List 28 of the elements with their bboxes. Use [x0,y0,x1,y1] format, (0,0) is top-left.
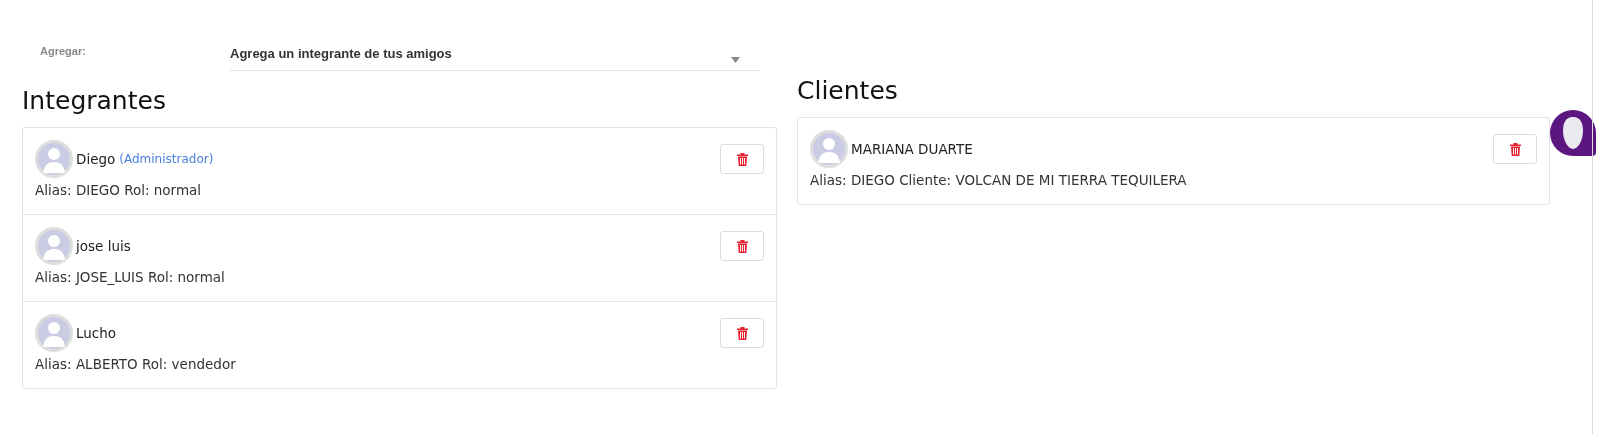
avatar-icon [810,130,848,168]
delete-button[interactable] [720,144,764,174]
avatar-icon [35,140,73,178]
detail-text: Alias: DIEGO Rol: normal [35,182,203,198]
role-tag: (Administrador) [119,152,214,166]
trash-icon [1509,142,1521,156]
member-name: jose luis [76,238,131,254]
section-heading: Clientes [797,75,899,107]
client-name: MARIANA DUARTE [851,141,973,157]
trash-icon [736,239,748,253]
trash-icon [736,326,748,340]
delete-button[interactable] [720,231,764,261]
avatar-icon [35,314,73,352]
caret-icon [731,57,740,63]
avatar-icon [1560,116,1586,150]
trash-icon [736,152,748,166]
detail-text: Alias: ALBERTO Rol: vendedor [35,356,237,372]
section-heading: Integrantes [22,85,167,117]
avatar-icon [35,227,73,265]
member-name: Lucho [76,325,117,341]
delete-button[interactable] [720,318,764,348]
delete-button[interactable] [1493,134,1537,164]
detail-text: Alias: JOSE_LUIS Rol: normal [35,269,226,285]
detail-text: Alias: DIEGO Cliente: VOLCAN DE MI TIERRA TEQUILERA [810,172,1188,188]
chat-button[interactable] [1550,110,1596,156]
field-label: Agregar: [40,45,87,57]
member-name: Diego [76,151,116,167]
member-select[interactable]: Agrega un integrante de tus amigos [230,43,760,71]
